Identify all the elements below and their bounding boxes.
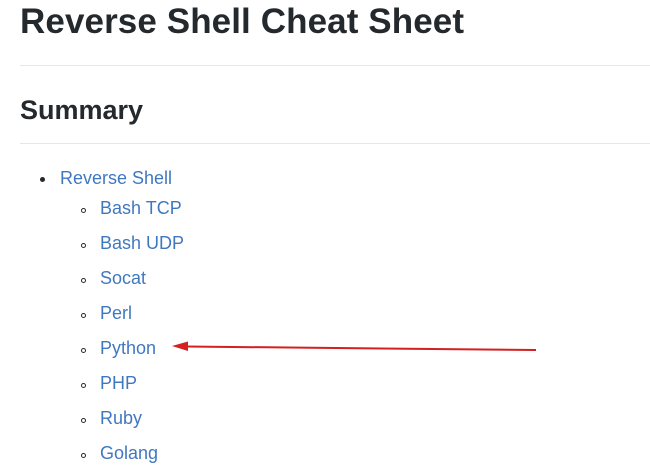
summary-divider: [20, 143, 650, 144]
circle-bullet-icon: [81, 453, 86, 458]
toc-link-bash-udp[interactable]: Bash UDP: [100, 233, 184, 254]
arrowhead-icon: [172, 341, 188, 351]
toc-link-bash-tcp[interactable]: Bash TCP: [100, 198, 182, 219]
toc-link-perl[interactable]: Perl: [100, 303, 132, 324]
toc-link-socat[interactable]: Socat: [100, 268, 146, 289]
circle-bullet-icon: [81, 278, 86, 283]
toc-link-php[interactable]: PHP: [100, 373, 137, 394]
arrow-line: [185, 345, 537, 351]
circle-bullet-icon: [81, 348, 86, 353]
circle-bullet-icon: [81, 418, 86, 423]
page: Reverse Shell Cheat Sheet Summary Revers…: [0, 0, 650, 466]
toc-link-python[interactable]: Python: [100, 338, 156, 359]
circle-bullet-icon: [81, 243, 86, 248]
page-title: Reverse Shell Cheat Sheet: [20, 2, 465, 41]
toc-link-ruby[interactable]: Ruby: [100, 408, 142, 429]
toc-link-golang[interactable]: Golang: [100, 443, 158, 464]
circle-bullet-icon: [81, 383, 86, 388]
toc-link-reverse-shell[interactable]: Reverse Shell: [60, 168, 172, 189]
disc-bullet-icon: [40, 177, 45, 182]
circle-bullet-icon: [81, 208, 86, 213]
summary-heading: Summary: [20, 95, 144, 125]
circle-bullet-icon: [81, 313, 86, 318]
title-divider: [20, 65, 650, 66]
red-arrow-annotation: [172, 341, 537, 351]
